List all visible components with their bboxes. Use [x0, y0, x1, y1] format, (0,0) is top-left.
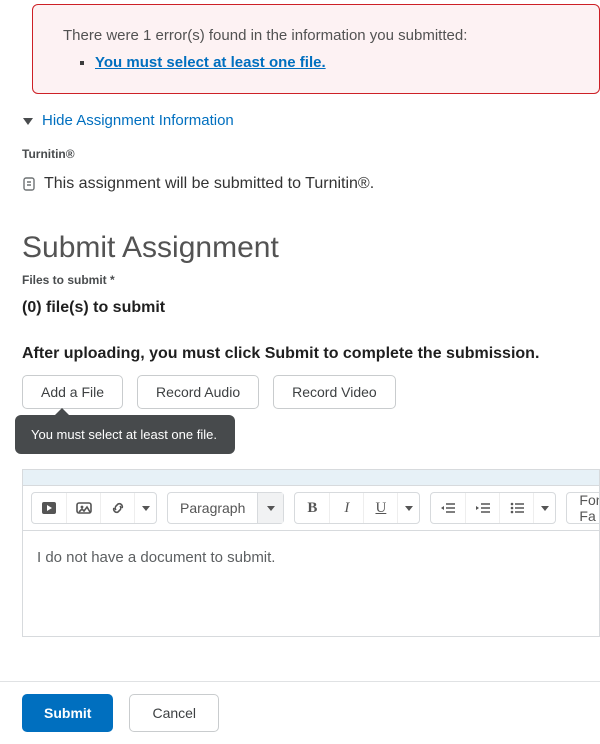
editor-accent-bar: [22, 469, 600, 485]
integration-label: Turnitin®: [22, 147, 600, 161]
text-style-more-dropdown[interactable]: [397, 493, 419, 523]
bold-button[interactable]: B: [295, 493, 329, 523]
toggle-label: Hide Assignment Information: [42, 112, 234, 129]
error-summary: There were 1 error(s) found in the infor…: [63, 27, 569, 44]
list-more-dropdown[interactable]: [533, 493, 555, 523]
cancel-button[interactable]: Cancel: [129, 694, 219, 732]
turnitin-icon: [22, 176, 36, 192]
bullet-list-button[interactable]: [499, 493, 533, 523]
font-select[interactable]: Font Fa: [566, 492, 600, 524]
insert-image-button[interactable]: [66, 493, 100, 523]
outdent-button[interactable]: [431, 493, 465, 523]
insert-more-dropdown[interactable]: [134, 493, 156, 523]
add-file-button[interactable]: Add a File: [22, 375, 123, 409]
insert-media-button[interactable]: [32, 493, 66, 523]
footer-actions: Submit Cancel: [0, 681, 600, 744]
validation-tooltip: You must select at least one file.: [15, 415, 235, 454]
editor-toolbar: Paragraph B I U: [22, 485, 600, 531]
format-select[interactable]: Paragraph: [167, 492, 284, 524]
page-title: Submit Assignment: [22, 231, 600, 265]
editor-body[interactable]: I do not have a document to submit.: [22, 531, 600, 637]
upload-instruction: After uploading, you must click Submit t…: [22, 345, 600, 363]
font-select-label: Font Fa: [567, 492, 600, 524]
format-select-label: Paragraph: [168, 500, 257, 516]
underline-button[interactable]: U: [363, 493, 397, 523]
chevron-down-icon: [257, 493, 283, 523]
error-link[interactable]: You must select at least one file.: [95, 54, 326, 71]
turnitin-notice: This assignment will be submitted to Tur…: [44, 175, 374, 193]
files-count: (0) file(s) to submit: [22, 299, 600, 317]
insert-link-button[interactable]: [100, 493, 134, 523]
files-label: Files to submit *: [22, 273, 600, 287]
record-video-button[interactable]: Record Video: [273, 375, 396, 409]
error-banner: There were 1 error(s) found in the infor…: [32, 4, 600, 94]
richtext-editor: Paragraph B I U: [22, 469, 600, 637]
caret-down-icon: [22, 116, 34, 126]
upload-actions: Add a File Record Audio Record Video You…: [22, 375, 600, 409]
error-item: You must select at least one file.: [95, 54, 569, 71]
italic-button[interactable]: I: [329, 493, 363, 523]
record-audio-button[interactable]: Record Audio: [137, 375, 259, 409]
submit-button[interactable]: Submit: [22, 694, 113, 732]
turnitin-notice-row: This assignment will be submitted to Tur…: [22, 175, 600, 193]
indent-button[interactable]: [465, 493, 499, 523]
toggle-assignment-info[interactable]: Hide Assignment Information: [22, 112, 600, 129]
